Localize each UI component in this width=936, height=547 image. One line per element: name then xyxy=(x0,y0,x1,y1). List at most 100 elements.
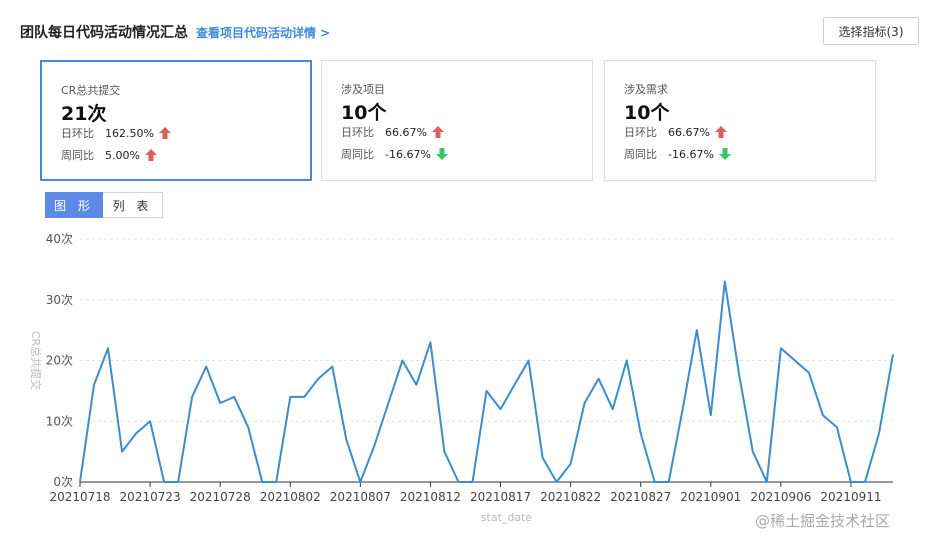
data-point xyxy=(640,432,642,434)
data-point xyxy=(668,481,670,483)
y-axis-title: CR总共提交 xyxy=(29,331,43,390)
data-point xyxy=(612,408,614,410)
data-point xyxy=(429,341,431,343)
data-point xyxy=(696,329,698,331)
comparison-value: -16.67% xyxy=(668,147,714,161)
cr-line-chart: 0次 10次 20次 30次 40次 CR总共提交 20210718 20210723 2021… xyxy=(29,232,894,524)
watermark: @稀土掘金技术社区 xyxy=(755,512,891,530)
data-point xyxy=(205,366,207,368)
series-line xyxy=(79,280,894,483)
arrow-up-icon xyxy=(714,126,727,138)
data-point xyxy=(570,463,572,465)
card-value: 10个 xyxy=(341,102,387,124)
comparison-value: 162.50% xyxy=(105,126,154,140)
card-value: 21次 xyxy=(61,103,107,125)
data-point xyxy=(528,360,530,362)
data-point xyxy=(626,360,628,362)
x-axis-title: stat_date xyxy=(481,511,533,524)
data-point xyxy=(373,445,375,447)
data-point xyxy=(387,402,389,404)
week-over-week-row: 周同比 -16.67% xyxy=(341,146,448,162)
data-point xyxy=(738,372,740,374)
data-point xyxy=(149,420,151,422)
data-point xyxy=(107,347,109,349)
x-tick-label: 20210901 xyxy=(680,490,741,504)
week-over-week-row: 周同比 -16.67% xyxy=(624,146,731,162)
x-tick-label: 20210718 xyxy=(49,490,110,504)
data-point xyxy=(864,481,866,483)
data-point xyxy=(135,432,137,434)
project-detail-link[interactable]: 查看项目代码活动详情 > xyxy=(196,24,330,41)
data-point xyxy=(794,360,796,362)
x-tick-label: 20210911 xyxy=(820,490,881,504)
data-point xyxy=(514,384,516,386)
data-point xyxy=(471,481,473,483)
data-point xyxy=(822,414,824,416)
data-point xyxy=(766,481,768,483)
x-tick-label: 20210817 xyxy=(470,490,531,504)
comparison-label: 日环比 xyxy=(624,126,657,139)
data-point xyxy=(752,451,754,453)
tab-list[interactable]: 列 表 xyxy=(103,192,163,218)
card-label: 涉及项目 xyxy=(341,83,385,96)
comparison-value: 5.00% xyxy=(105,148,140,162)
y-tick-label: 20次 xyxy=(46,354,73,368)
data-point xyxy=(275,481,277,483)
tab-chart[interactable]: 图 形 xyxy=(45,192,103,218)
data-point xyxy=(780,347,782,349)
data-point xyxy=(486,390,488,392)
data-point xyxy=(598,378,600,380)
card-cr-total[interactable]: CR总共提交 21次日环比 162.50% 周同比 5.00% xyxy=(40,60,312,181)
arrow-up-icon xyxy=(158,127,171,139)
data-point xyxy=(401,360,403,362)
select-metrics-button[interactable]: 选择指标(3) xyxy=(823,17,919,45)
data-point xyxy=(247,426,249,428)
data-point xyxy=(345,438,347,440)
card-value: 10个 xyxy=(624,102,670,124)
data-point xyxy=(93,384,95,386)
data-point xyxy=(878,432,880,434)
page-title: 团队每日代码活动情况汇总 xyxy=(20,25,188,41)
x-tick-label: 20210723 xyxy=(120,490,181,504)
data-point xyxy=(584,402,586,404)
week-over-week-row: 周同比 5.00% xyxy=(61,147,157,163)
data-point xyxy=(359,481,361,483)
arrow-up-icon xyxy=(431,126,444,138)
data-point xyxy=(556,481,558,483)
x-tick-label: 20210906 xyxy=(750,490,811,504)
x-tick-label: 20210807 xyxy=(330,490,391,504)
data-point xyxy=(219,402,221,404)
x-tick-label: 20210728 xyxy=(190,490,251,504)
comparison-label: 周同比 xyxy=(624,148,657,161)
data-point xyxy=(682,408,684,410)
comparison-label: 周同比 xyxy=(61,149,94,162)
arrow-down-icon xyxy=(718,148,731,160)
data-point xyxy=(443,451,445,453)
day-over-day-row: 日环比 66.67% xyxy=(624,124,727,140)
comparison-label: 日环比 xyxy=(341,126,374,139)
comparison-value: 66.67% xyxy=(385,125,427,139)
data-point xyxy=(724,281,726,283)
x-tick-label: 20210822 xyxy=(540,490,601,504)
x-tick-label: 20210812 xyxy=(400,490,461,504)
data-point xyxy=(233,396,235,398)
data-point xyxy=(850,481,852,483)
arrow-down-icon xyxy=(435,148,448,160)
comparison-value: -16.67% xyxy=(385,147,431,161)
y-tick-label: 30次 xyxy=(46,293,73,307)
comparison-label: 日环比 xyxy=(61,127,94,140)
data-point xyxy=(892,353,894,355)
data-point xyxy=(261,481,263,483)
data-point xyxy=(710,414,712,416)
data-point xyxy=(415,384,417,386)
data-point xyxy=(303,396,305,398)
card-requirements[interactable]: 涉及需求 10个 日环比 66.67% 周同比 -16.67% xyxy=(604,60,876,181)
y-tick-label: 40次 xyxy=(46,232,73,246)
comparison-value: 66.67% xyxy=(668,125,710,139)
data-point xyxy=(177,481,179,483)
card-projects[interactable]: 涉及项目 10个日环比 66.67% 周同比 -16.67% xyxy=(321,60,593,181)
card-label: CR总共提交 xyxy=(61,84,121,97)
y-tick-label: 0次 xyxy=(53,475,73,489)
view-tabs: 图 形 列 表 xyxy=(45,192,163,218)
comparison-label: 周同比 xyxy=(341,148,374,161)
